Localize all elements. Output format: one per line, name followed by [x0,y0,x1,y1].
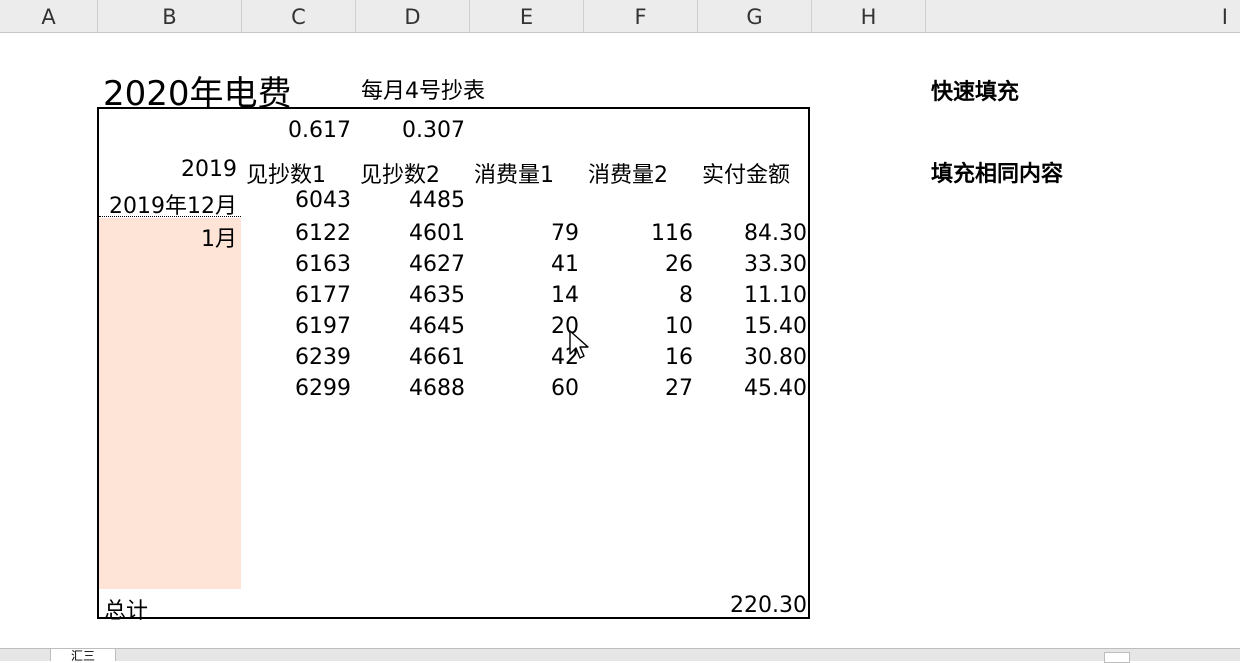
column-header-g[interactable]: G [698,0,812,32]
column-header-f[interactable]: F [584,0,698,32]
cell-e[interactable]: 41 [470,252,579,277]
cell-d[interactable]: 4645 [356,314,465,339]
cell-e[interactable]: 20 [470,314,579,339]
cell-c[interactable]: 6177 [242,283,351,308]
cell-f[interactable]: 116 [584,221,693,246]
cell-g[interactable]: 84.30 [698,221,807,246]
cell-g[interactable]: 15.40 [698,314,807,339]
column-header-b[interactable]: B [98,0,242,32]
cell-d[interactable]: 4635 [356,283,465,308]
rate-cell-c[interactable]: 0.617 [242,118,351,143]
cell-d[interactable]: 4661 [356,345,465,370]
note-fill-same-content[interactable]: 填充相同内容 [931,156,1063,188]
mouse-pointer-icon [569,330,589,359]
rate-cell-d[interactable]: 0.307 [356,118,465,143]
column-header-c[interactable]: C [242,0,356,32]
cell-f[interactable]: 10 [584,314,693,339]
cell-g[interactable]: 30.80 [698,345,807,370]
base-row-d[interactable]: 4485 [356,188,465,213]
cell-f[interactable]: 8 [584,283,693,308]
column-header-d[interactable]: D [356,0,470,32]
cell-c[interactable]: 6122 [242,221,351,246]
cell-g[interactable]: 45.40 [698,376,807,401]
header-cell-e[interactable]: 消费量1 [474,157,554,189]
header-cell-f[interactable]: 消费量2 [588,157,668,189]
cell-c[interactable]: 6197 [242,314,351,339]
column-header-bar: A B C D E F G H I [0,0,1240,33]
sheet-tab[interactable]: 汇三 [50,649,116,661]
note-quick-fill[interactable]: 快速填充 [931,74,1019,106]
column-header-h[interactable]: H [812,0,926,32]
column-header-e[interactable]: E [470,0,584,32]
header-cell-g[interactable]: 实付金额 [702,157,790,189]
row-label[interactable]: 1月 [98,221,237,253]
column-header-i[interactable]: I [926,0,1240,32]
base-row-c[interactable]: 6043 [242,188,351,213]
cell-c[interactable]: 6239 [242,345,351,370]
column-header-a[interactable]: A [0,0,98,32]
cell-f[interactable]: 26 [584,252,693,277]
cell-d[interactable]: 4601 [356,221,465,246]
cell-e[interactable]: 79 [470,221,579,246]
cell-g[interactable]: 11.10 [698,283,807,308]
cell-f[interactable]: 16 [584,345,693,370]
cell-e[interactable]: 42 [470,345,579,370]
cell-e[interactable]: 14 [470,283,579,308]
cell-f[interactable]: 27 [584,376,693,401]
total-label[interactable]: 总计 [104,593,148,625]
cell-c[interactable]: 6299 [242,376,351,401]
cell-d[interactable]: 4688 [356,376,465,401]
horizontal-scrollbar[interactable] [1104,652,1130,663]
cell-e[interactable]: 60 [470,376,579,401]
header-cell-c[interactable]: 见抄数1 [246,157,326,189]
sheet-tab-bar: 汇三 [0,648,1240,663]
total-value[interactable]: 220.30 [698,593,807,618]
cell-d[interactable]: 4627 [356,252,465,277]
cell-g[interactable]: 33.30 [698,252,807,277]
header-year-cell[interactable]: 2019 [98,157,237,182]
base-row-label[interactable]: 2019年12月 [98,188,237,220]
sheet-subtitle[interactable]: 每月4号抄表 [361,73,485,105]
cell-c[interactable]: 6163 [242,252,351,277]
header-cell-d[interactable]: 见抄数2 [360,157,440,189]
